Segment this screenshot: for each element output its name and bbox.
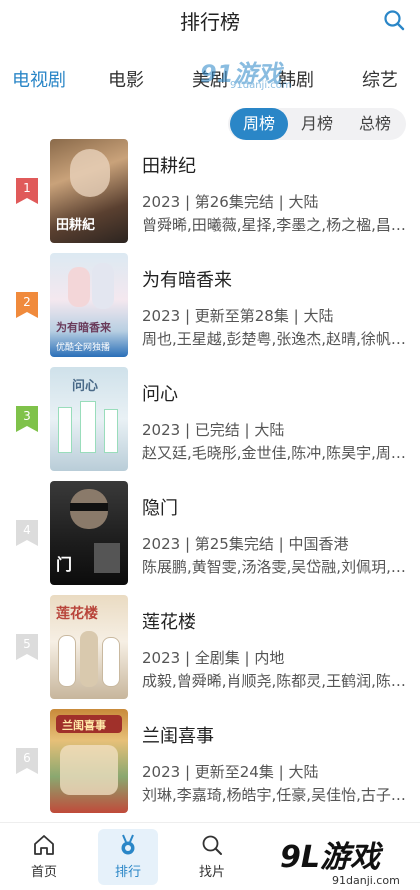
home-icon — [34, 835, 54, 855]
ranking-item[interactable]: 4 门 隐门 2023 | 第25集完结 | 中国香港 陈展鹏,黄智雯,汤洛雯,… — [0, 478, 420, 592]
drama-meta: 2023 | 全剧集 | 内地 — [142, 649, 285, 667]
page-title: 排行榜 — [180, 10, 240, 34]
rank-badge: 5 — [16, 634, 38, 660]
nav-ranking[interactable]: 排行 — [98, 829, 158, 885]
tab-variety[interactable]: 综艺 — [362, 66, 398, 92]
rank-badge: 2 — [16, 292, 38, 318]
drama-cast: 曾舜晞,田曦薇,星择,李墨之,杨之楹,昌… — [142, 216, 406, 234]
nav-find[interactable]: 找片 — [182, 829, 242, 885]
ranking-item[interactable]: 3 问心 问心 2023 | 已完结 | 大陆 赵又廷,毛晓彤,金世佳,陈冲,陈… — [0, 364, 420, 478]
drama-meta: 2023 | 第25集完结 | 中国香港 — [142, 535, 349, 553]
drama-title[interactable]: 为有暗香来 — [142, 266, 232, 292]
rank-number: 1 — [23, 181, 31, 195]
app-header: 排行榜 — [0, 0, 420, 44]
watermark-logo: 9L游戏 — [280, 840, 380, 875]
poster-image[interactable]: 为有暗香来 优酷全网独播 — [50, 253, 128, 357]
poster-caption: 田耕紀 — [56, 218, 96, 233]
drama-cast: 刘琳,李嘉琦,杨皓宇,任豪,吴佳怡,古子… — [142, 786, 406, 804]
nav-find-label: 找片 — [198, 865, 225, 880]
search-icon — [202, 835, 222, 855]
category-tabs: 电视剧 电影 美剧 韩剧 综艺 — [0, 62, 420, 98]
drama-cast: 成毅,曾舜晞,肖顺尧,陈都灵,王鹤润,陈… — [142, 672, 406, 690]
poster-subcaption: 优酷全网独播 — [56, 343, 111, 353]
tab-us-drama[interactable]: 美剧 — [192, 66, 228, 92]
ranking-item[interactable]: 5 莲花楼 莲花楼 2023 | 全剧集 | 内地 成毅,曾舜晞,肖顺尧,陈都灵… — [0, 592, 420, 706]
poster-caption: 门 — [56, 555, 73, 574]
watermark-url: 91danji.com — [332, 874, 400, 887]
rank-number: 5 — [23, 637, 31, 651]
drama-title[interactable]: 问心 — [142, 380, 178, 406]
drama-title[interactable]: 兰闺喜事 — [142, 722, 214, 748]
poster-image[interactable]: 问心 — [50, 367, 128, 471]
poster-caption: 兰闺喜事 — [62, 719, 106, 732]
tab-tv-series[interactable]: 电视剧 — [12, 66, 66, 92]
poster-caption: 莲花楼 — [56, 606, 98, 622]
drama-title[interactable]: 莲花楼 — [142, 608, 196, 634]
ranking-item[interactable]: 6 兰闺喜事 兰闺喜事 2023 | 更新至24集 | 大陆 刘琳,李嘉琦,杨皓… — [0, 706, 420, 820]
poster-image[interactable]: 莲花楼 — [50, 595, 128, 699]
drama-cast: 周也,王星越,彭楚粤,张逸杰,赵晴,徐帆,… — [142, 330, 408, 348]
drama-title[interactable]: 隐门 — [142, 494, 178, 520]
nav-ranking-label: 排行 — [114, 865, 141, 880]
medal-icon — [121, 834, 135, 855]
ranking-item[interactable]: 2 为有暗香来 优酷全网独播 为有暗香来 2023 | 更新至第28集 | 大陆… — [0, 250, 420, 364]
drama-meta: 2023 | 第26集完结 | 大陆 — [142, 193, 319, 211]
rank-number: 3 — [23, 409, 31, 423]
nav-home-label: 首页 — [30, 865, 57, 880]
drama-meta: 2023 | 更新至第28集 | 大陆 — [142, 307, 334, 325]
tab-korean-drama[interactable]: 韩剧 — [278, 66, 314, 92]
rank-badge: 1 — [16, 178, 38, 204]
watermark-bottom: 9L游戏 91danji.com — [240, 826, 420, 890]
rank-badge: 3 — [16, 406, 38, 432]
drama-meta: 2023 | 已完结 | 大陆 — [142, 421, 285, 439]
drama-title[interactable]: 田耕纪 — [142, 152, 196, 178]
drama-meta: 2023 | 更新至24集 | 大陆 — [142, 763, 319, 781]
drama-cast: 赵又廷,毛晓彤,金世佳,陈冲,陈昊宇,周… — [142, 444, 406, 462]
search-icon[interactable] — [382, 8, 406, 32]
rank-number: 4 — [23, 523, 31, 537]
tab-movies[interactable]: 电影 — [108, 66, 144, 92]
poster-image[interactable]: 兰闺喜事 — [50, 709, 128, 813]
drama-cast: 陈展鹏,黄智雯,汤洛雯,吴岱融,刘佩玥,… — [142, 558, 406, 576]
poster-caption: 为有暗香来 — [56, 321, 111, 334]
rank-badge: 4 — [16, 520, 38, 546]
rank-number: 6 — [23, 751, 31, 765]
ranking-item[interactable]: 1 田耕紀 田耕纪 2023 | 第26集完结 | 大陆 曾舜晞,田曦薇,星择,… — [0, 136, 420, 250]
poster-image[interactable]: 田耕紀 — [50, 139, 128, 243]
nav-home[interactable]: 首页 — [14, 829, 74, 885]
poster-caption: 问心 — [72, 379, 99, 394]
poster-image[interactable]: 门 — [50, 481, 128, 585]
rank-badge: 6 — [16, 748, 38, 774]
rank-number: 2 — [23, 295, 31, 309]
